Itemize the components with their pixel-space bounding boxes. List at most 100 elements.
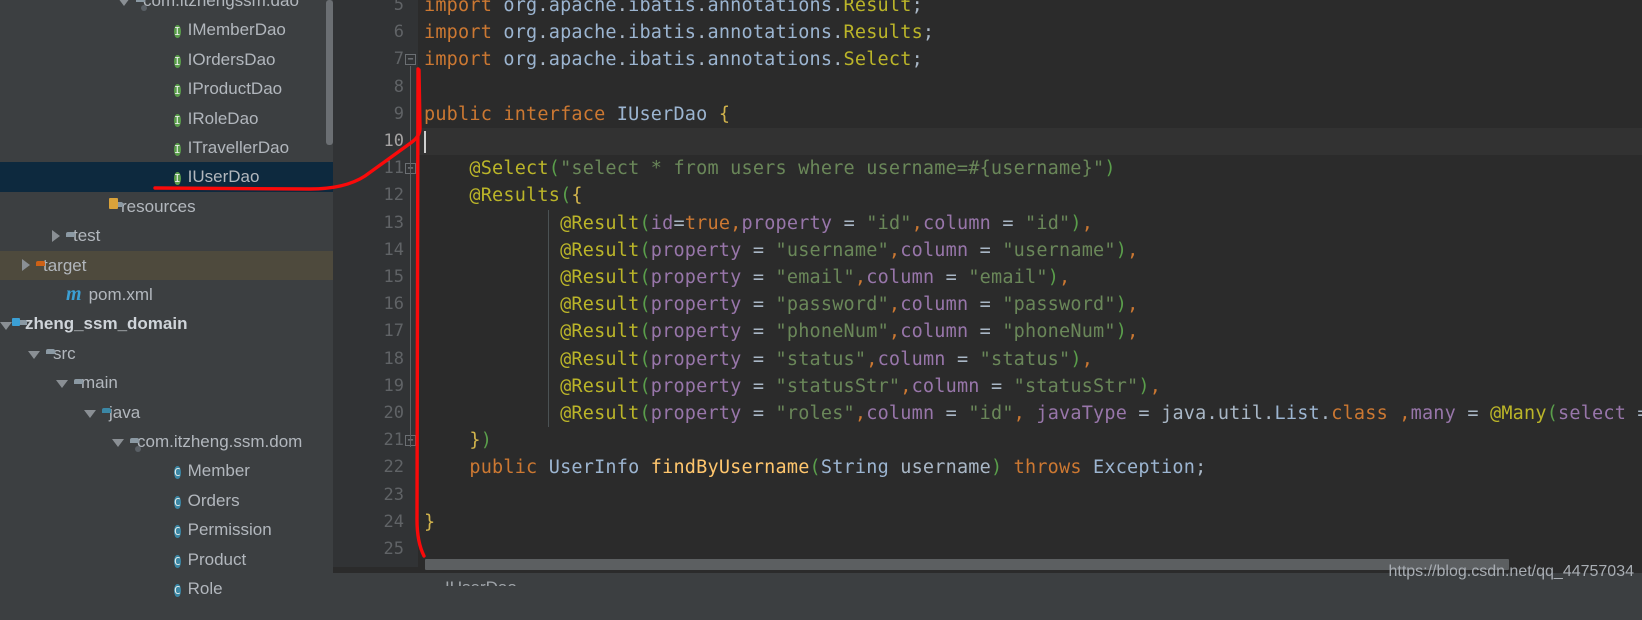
tree-item-label: pom.xml	[88, 285, 153, 304]
line-number-16[interactable]: 16	[344, 291, 404, 318]
tree-item-zheng-ssm-domain[interactable]: zheng_ssm_domain	[0, 309, 333, 338]
code-line-21[interactable]: })	[424, 427, 492, 454]
interface-icon: I	[174, 54, 181, 68]
code-line-15[interactable]: @Result(property = "email",column = "ema…	[424, 264, 1070, 291]
tree-item-target[interactable]: target	[0, 250, 333, 280]
tree-item-main[interactable]: main	[0, 368, 333, 397]
tree-item-imemberdao[interactable]: I IMemberDao	[0, 15, 333, 44]
tree-item-iordersdao[interactable]: I IOrdersDao	[0, 45, 333, 74]
tree-item-label: com.itzhengssm.dao	[143, 0, 299, 10]
code-line-13[interactable]: @Result(id=true,property = "id",column =…	[424, 210, 1093, 237]
chevron-down-icon[interactable]	[84, 409, 96, 418]
line-number-20[interactable]: 20	[344, 400, 404, 427]
line-number-23[interactable]: 23	[344, 482, 404, 509]
tree-item-test[interactable]: test	[0, 221, 333, 250]
line-number-25[interactable]: 25	[344, 536, 404, 563]
code-line-16[interactable]: @Result(property = "password",column = "…	[424, 291, 1138, 318]
tree-item-iroledao[interactable]: I IRoleDao	[0, 104, 333, 133]
tree-item-src[interactable]: src	[0, 339, 333, 368]
tree-item-label: IUserDao	[187, 167, 260, 187]
tree-item-label: IMemberDao	[187, 20, 286, 40]
tree-item-label: main	[81, 373, 118, 393]
code-line-17[interactable]: @Result(property = "phoneNum",column = "…	[424, 318, 1138, 345]
code-line-11[interactable]: @Select("select * from users where usern…	[424, 155, 1116, 182]
tree-item-label: Product	[187, 549, 247, 569]
line-number-9[interactable]: 9	[344, 101, 404, 128]
code-content[interactable]: import org.apache.ibatis.annotations.Res…	[418, 0, 1642, 567]
code-line-7[interactable]: import org.apache.ibatis.annotations.Sel…	[424, 46, 923, 73]
tree-item-orders[interactable]: C Orders	[0, 486, 333, 515]
code-line-19[interactable]: @Result(property = "statusStr",column = …	[424, 373, 1161, 400]
code-line-5[interactable]: import org.apache.ibatis.annotations.Res…	[424, 0, 923, 19]
chevron-down-icon[interactable]	[28, 350, 40, 359]
line-number-18[interactable]: 18	[344, 346, 404, 373]
watermark-text: https://blog.csdn.net/qq_44757034	[1388, 563, 1634, 580]
line-number-13[interactable]: 13	[344, 210, 404, 237]
tree-item-label: Role	[187, 579, 223, 598]
line-number-22[interactable]: 22	[344, 454, 404, 481]
chevron-right-icon[interactable]	[22, 259, 30, 272]
code-line-12[interactable]: @Results({	[424, 182, 583, 209]
line-number-10[interactable]: 10	[344, 128, 404, 155]
tree-item-iuserdao[interactable]: I IUserDao	[0, 162, 333, 192]
line-number-24[interactable]: 24	[344, 509, 404, 536]
tree-scrollbar[interactable]	[326, 0, 333, 145]
code-line-9[interactable]: public interface IUserDao {	[424, 101, 730, 128]
editor-horizontal-scrollbar[interactable]	[425, 559, 1509, 570]
tree-item-label: java	[109, 402, 141, 422]
code-line-20[interactable]: @Result(property = "roles",column = "id"…	[424, 400, 1642, 427]
tree-item-permission[interactable]: C Permission	[0, 515, 333, 544]
chevron-down-icon[interactable]	[112, 439, 124, 448]
code-line-24[interactable]: }	[424, 509, 435, 536]
code-line-6[interactable]: import org.apache.ibatis.annotations.Res…	[424, 19, 934, 46]
code-line-14[interactable]: @Result(property = "username",column = "…	[424, 237, 1138, 264]
tree-item-label: test	[73, 226, 101, 246]
tree-item-com-itzheng-ssm-dom[interactable]: com.itzheng.ssm.dom	[0, 427, 333, 456]
line-number-17[interactable]: 17	[344, 318, 404, 345]
tree-item-label: resources	[121, 196, 196, 216]
tree-item-resources[interactable]: resources	[0, 192, 333, 221]
tree-item-iproductdao[interactable]: I IProductDao	[0, 74, 333, 103]
tree-item-label: Orders	[187, 490, 240, 510]
line-number-21[interactable]: 21	[344, 427, 404, 454]
tree-item-label: com.itzheng.ssm.dom	[137, 432, 303, 451]
tree-item-pom-xml[interactable]: m pom.xml	[0, 280, 333, 309]
tree-item-product[interactable]: C Product	[0, 545, 333, 574]
chevron-right-icon[interactable]	[52, 229, 60, 242]
tree-item-label: IOrdersDao	[187, 49, 276, 69]
code-line-22[interactable]: public UserInfo findByUsername(String us…	[424, 454, 1206, 481]
tree-item-label: src	[53, 343, 76, 363]
interface-icon: I	[174, 113, 181, 127]
project-tree-panel[interactable]: com.itzhengssm.dao I IMemberDao I IOrdersDao…	[0, 0, 333, 620]
editor-panel[interactable]: 5678910111213141516171819202122232425−+−…	[333, 0, 1642, 620]
tree-item-role[interactable]: C Role	[0, 574, 333, 603]
line-number-11[interactable]: 11	[344, 155, 404, 182]
tree-item-com-itzhengssm-dao[interactable]: com.itzhengssm.dao	[0, 0, 333, 15]
line-number-7[interactable]: 7	[344, 46, 404, 73]
chevron-down-icon[interactable]	[56, 380, 68, 389]
class-icon: C	[174, 466, 181, 480]
chevron-down-icon[interactable]	[118, 0, 130, 7]
line-number-5[interactable]: 5	[344, 0, 404, 19]
maven-icon: m	[66, 283, 82, 305]
tree-item-java[interactable]: java	[0, 398, 333, 427]
line-number-6[interactable]: 6	[344, 19, 404, 46]
interface-icon: I	[174, 143, 181, 156]
line-number-8[interactable]: 8	[344, 74, 404, 101]
line-number-19[interactable]: 19	[344, 373, 404, 400]
line-number-12[interactable]: 12	[344, 182, 404, 209]
line-number-14[interactable]: 14	[344, 237, 404, 264]
interface-icon: I	[174, 84, 181, 98]
tree-item-label: target	[43, 255, 87, 275]
tree-item-member[interactable]: C Member	[0, 456, 333, 485]
line-number-15[interactable]: 15	[344, 264, 404, 291]
fold-collapse-icon-line-7[interactable]: −	[405, 54, 416, 66]
line-number-gutter[interactable]: 5678910111213141516171819202122232425−+−	[333, 0, 418, 567]
class-icon: C	[174, 554, 181, 568]
interface-icon: I	[174, 25, 181, 39]
tree-item-itravellerdao[interactable]: I ITravellerDao	[0, 133, 333, 162]
chevron-down-icon[interactable]	[0, 321, 12, 330]
code-line-18[interactable]: @Result(property = "status",column = "st…	[424, 346, 1093, 373]
tree-item-label: ITravellerDao	[187, 138, 290, 157]
tree-item-label: zheng_ssm_domain	[25, 314, 188, 334]
